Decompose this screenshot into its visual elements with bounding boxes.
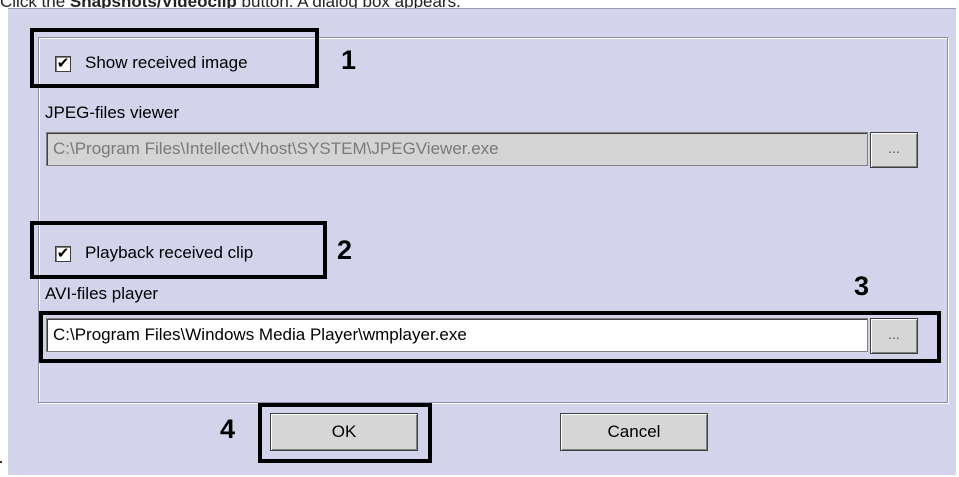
jpeg-viewer-path-field[interactable]: C:\Program Files\Intellect\Vhost\SYSTEM\… — [46, 132, 868, 166]
callout-4: 4 — [220, 414, 236, 444]
playback-clip-checkbox[interactable]: ✔ — [55, 244, 71, 262]
snapshot-settings-dialog: ✔ Show received image 1 JPEG-files viewe… — [8, 8, 956, 475]
checkmark-icon: ✔ — [56, 244, 70, 262]
callout-2: 2 — [337, 235, 353, 265]
show-image-label: Show received image — [85, 53, 248, 72]
stray-dot — [0, 461, 2, 463]
ok-button[interactable]: OK — [270, 413, 418, 451]
avi-player-path-field[interactable]: C:\Program Files\Windows Media Player\wm… — [46, 318, 868, 352]
jpeg-viewer-label: JPEG-files viewer — [45, 103, 180, 122]
cancel-button[interactable]: Cancel — [560, 413, 708, 451]
avi-player-label: AVI-files player — [45, 284, 159, 303]
avi-browse-button[interactable]: ... — [870, 318, 918, 354]
callout-1: 1 — [341, 45, 357, 75]
callout-3: 3 — [854, 271, 870, 301]
show-image-checkbox[interactable]: ✔ — [55, 54, 71, 72]
checkmark-icon: ✔ — [56, 54, 70, 72]
playback-clip-label: Playback received clip — [85, 243, 254, 262]
jpeg-browse-button[interactable]: ... — [870, 132, 918, 168]
